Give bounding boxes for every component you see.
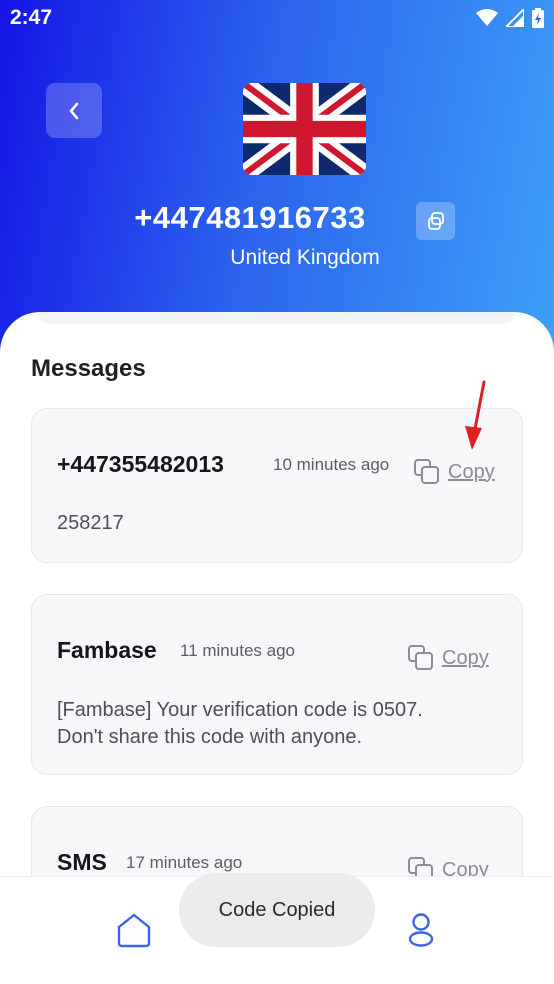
message-body-line: [Fambase] Your verification code is 0507…: [57, 699, 423, 721]
phone-number-row: +447481916733: [0, 200, 554, 236]
home-icon[interactable]: [115, 912, 153, 948]
status-bar: 2:47: [0, 0, 554, 38]
message-body-line: Don't share this code with anyone.: [57, 726, 363, 748]
message-time: 17 minutes ago: [126, 853, 243, 872]
copy-label[interactable]: Copy: [448, 461, 495, 484]
wifi-icon: [476, 9, 498, 26]
status-icons: [476, 8, 544, 28]
copy-icon: [414, 459, 439, 484]
annotation-arrow-icon: [465, 380, 486, 450]
message-sender: SMS: [57, 849, 107, 875]
copy-icon: [408, 645, 433, 670]
phone-number: +447481916733: [134, 200, 366, 235]
back-button[interactable]: [46, 83, 102, 138]
message-card: Fambase 11 minutes ago Copy [Fambase] Yo…: [31, 594, 523, 775]
profile-icon[interactable]: [406, 912, 436, 948]
chevron-left-icon: [69, 102, 79, 119]
country-name: United Kingdom: [230, 246, 380, 269]
uk-flag-icon: [243, 83, 366, 175]
message-sender: +447355482013: [57, 451, 224, 477]
battery-icon: [532, 8, 544, 28]
status-time: 2:47: [10, 6, 53, 29]
message-sender: Fambase: [57, 637, 157, 663]
message-card: +447355482013 10 minutes ago Copy 258217: [31, 408, 523, 563]
toast-message: Code Copied: [179, 873, 375, 947]
message-body: 258217: [57, 512, 124, 534]
copy-icon: [427, 212, 444, 230]
signal-icon: [506, 9, 524, 27]
sheet-handle: [38, 312, 516, 324]
messages-title: Messages: [31, 355, 146, 382]
copy-button[interactable]: Copy: [414, 459, 495, 485]
message-time: 11 minutes ago: [180, 641, 295, 660]
copy-button[interactable]: Copy: [408, 645, 489, 671]
copy-number-button[interactable]: [416, 202, 455, 240]
message-time: 10 minutes ago: [273, 455, 390, 474]
copy-label[interactable]: Copy: [442, 647, 489, 670]
